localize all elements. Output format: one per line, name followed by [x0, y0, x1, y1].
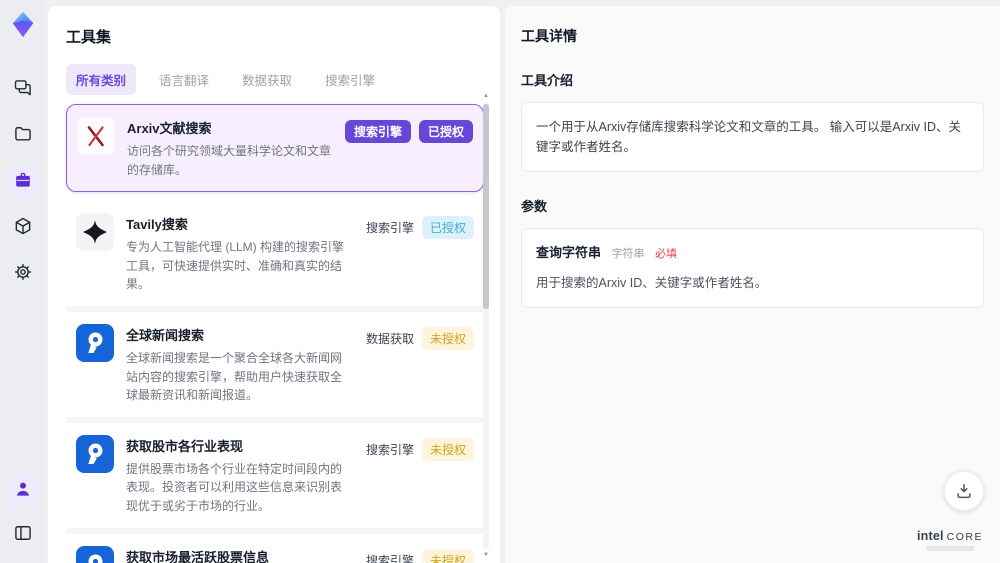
sidebar-item-cube[interactable] — [7, 212, 39, 244]
intel-brand-text: intel — [916, 529, 944, 543]
tool-list: Arxiv文献搜索 访问各个研究领域大量科学论文和文章的存储库。 搜索引擎 已授… — [66, 104, 484, 563]
blueq-icon — [76, 434, 114, 473]
tool-auth-badge: 未授权 — [421, 437, 474, 461]
scroll-down-icon[interactable]: ▼ — [482, 551, 490, 559]
detail-title: 工具详情 — [521, 28, 577, 44]
intro-text: 一个用于从Arxiv存储库搜索科学论文和文章的工具。 输入可以是Arxiv ID… — [536, 120, 962, 154]
tool-category-tag: 搜索引擎 — [365, 553, 414, 563]
tool-list-item[interactable]: 获取市场最活跃股票信息 提供当天交易量最高的股票列表，投资者可以利用这些信息来识… — [66, 533, 484, 563]
rail-bottom — [7, 475, 39, 551]
tool-list-item[interactable]: Arxiv文献搜索 访问各个研究领域大量科学论文和文章的存储库。 搜索引擎 已授… — [66, 104, 484, 193]
tool-description: 提供股票市场各个行业在特定时间段内的表现。投资者可以利用这些信息来识别表现优于或… — [126, 461, 343, 513]
gear-icon — [13, 262, 33, 287]
tool-name: Tavily搜索 — [126, 217, 188, 233]
tool-category-tag: 搜索引擎 — [344, 120, 411, 143]
download-icon — [957, 484, 971, 499]
intro-heading: 工具介绍 — [521, 73, 574, 88]
tool-category-tag: 搜索引擎 — [365, 442, 414, 457]
intel-core-logo: intel CORE — [910, 529, 990, 551]
core-brand-text: CORE — [946, 531, 984, 543]
tool-name: 全球新闻搜索 — [126, 327, 205, 343]
intro-box: 一个用于从Arxiv存储库搜索科学论文和文章的工具。 输入可以是Arxiv ID… — [521, 102, 984, 172]
sidebar-item-folder[interactable] — [7, 120, 39, 152]
tool-detail-panel: 工具详情 工具介绍 一个用于从Arxiv存储库搜索科学论文和文章的工具。 输入可… — [505, 6, 1000, 563]
category-tabs: 所有类别 语言翻译 数据获取 搜索引擎 — [66, 64, 482, 95]
tool-description: 专为人工智能代理 (LLM) 构建的搜索引擎工具，可快速提供实时、准确和真实的结… — [126, 240, 345, 292]
chat-icon — [13, 78, 33, 103]
param-name: 查询字符串 — [536, 245, 602, 260]
tab-0[interactable]: 所有类别 — [66, 64, 137, 95]
sidebar-item-user[interactable] — [7, 475, 39, 507]
download-button[interactable] — [944, 471, 984, 511]
tool-auth-badge: 未授权 — [421, 548, 474, 563]
tool-list-item[interactable]: Tavily搜索 专为人工智能代理 (LLM) 构建的搜索引擎工具，可快速提供实… — [66, 201, 484, 312]
tool-name: 获取市场最活跃股票信息 — [126, 549, 270, 563]
panel-icon — [13, 523, 33, 548]
intel-sub-badge — [926, 546, 974, 551]
tool-list-panel: 工具集 所有类别 语言翻译 数据获取 搜索引擎 Arxiv文献搜索 访问各个研究领域大… — [48, 6, 500, 563]
app-logo-icon[interactable] — [8, 10, 38, 40]
tab-2[interactable]: 数据获取 — [232, 64, 302, 95]
tool-list-item[interactable]: 获取股市各行业表现 提供股票市场各个行业在特定时间段内的表现。投资者可以利用这些… — [66, 422, 484, 534]
sidebar-item-gear[interactable] — [7, 258, 39, 290]
params-heading: 参数 — [521, 199, 548, 214]
tool-name: 获取股市各行业表现 — [126, 438, 244, 454]
folder-icon — [13, 124, 33, 149]
scroll-up-icon[interactable]: ▲ — [482, 92, 490, 100]
tab-3[interactable]: 搜索引擎 — [315, 64, 385, 95]
tool-category-tag: 搜索引擎 — [365, 221, 414, 236]
blueq-icon — [76, 545, 114, 563]
param-description: 用于搜索的Arxiv ID、关键字或作者姓名。 — [536, 275, 768, 290]
arxiv-icon — [77, 117, 115, 155]
user-icon — [13, 479, 33, 504]
cube-icon — [13, 216, 33, 241]
param-type: 字符串 — [611, 248, 645, 260]
tool-description: 访问各个研究领域大量科学论文和文章的存储库。 — [127, 144, 332, 177]
scrollbar-thumb[interactable] — [483, 104, 489, 309]
tab-1[interactable]: 语言翻译 — [149, 64, 219, 95]
tool-auth-badge: 已授权 — [418, 120, 473, 143]
tool-category-tag: 数据获取 — [365, 331, 414, 346]
sidebar-item-chat[interactable] — [7, 74, 39, 106]
param-box: 查询字符串 字符串 必填 用于搜索的Arxiv ID、关键字或作者姓名。 — [521, 228, 984, 308]
tool-list-item[interactable]: 全球新闻搜索 全球新闻搜索是一个聚合全球各大新闻网站内容的搜索引擎，帮助用户快速… — [66, 311, 484, 423]
param-required-badge: 必填 — [654, 248, 677, 260]
blueq-icon — [76, 323, 114, 362]
left-rail — [0, 0, 46, 563]
tool-auth-badge: 已授权 — [421, 216, 474, 240]
sidebar-item-panel[interactable] — [7, 519, 39, 551]
tavily-icon — [76, 213, 114, 252]
tool-description: 全球新闻搜索是一个聚合全球各大新闻网站内容的搜索引擎，帮助用户快速获取全球最新资… — [126, 350, 343, 403]
tool-auth-badge: 未授权 — [421, 326, 474, 350]
page-title: 工具集 — [66, 29, 112, 46]
tool-name: Arxiv文献搜索 — [127, 121, 212, 136]
rail-nav — [7, 74, 39, 290]
sidebar-item-briefcase[interactable] — [7, 166, 39, 198]
list-scrollbar[interactable]: ▲ ▼ — [482, 92, 490, 559]
briefcase-icon — [13, 170, 33, 195]
